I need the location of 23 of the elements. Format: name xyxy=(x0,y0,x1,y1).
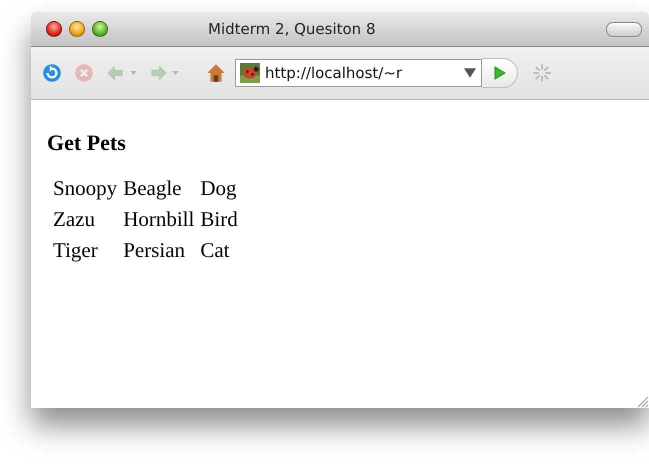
table-cell-text: Hornbill xyxy=(122,206,196,233)
address-field[interactable]: http://localhost/~r xyxy=(235,59,482,87)
minimize-button[interactable] xyxy=(69,21,85,37)
toolbar-toggle-button[interactable] xyxy=(606,22,642,36)
dropdown-icon[interactable] xyxy=(464,68,476,78)
table-cell-text: Beagle xyxy=(122,175,182,202)
table-cell-text: Zazu xyxy=(52,206,96,233)
play-icon xyxy=(494,66,506,80)
go-button[interactable] xyxy=(482,58,518,88)
zoom-button[interactable] xyxy=(92,21,108,37)
table-cell-text: Bird xyxy=(199,206,239,233)
reload-icon[interactable] xyxy=(41,62,63,84)
window-title: Midterm 2, Quesiton 8 xyxy=(208,20,376,38)
table-cell-text: Dog xyxy=(199,175,238,202)
table-cell-text: Cat xyxy=(199,237,231,264)
table-cell-text: Persian xyxy=(122,237,186,264)
spinner-icon xyxy=(532,63,552,83)
resize-grip-icon[interactable] xyxy=(635,394,649,408)
table-cell-text: Snoopy xyxy=(52,175,118,202)
close-button[interactable] xyxy=(46,21,62,37)
table-cell-text: Tiger xyxy=(52,237,99,264)
page-heading: Get Pets xyxy=(47,130,127,156)
home-icon[interactable] xyxy=(205,62,227,84)
